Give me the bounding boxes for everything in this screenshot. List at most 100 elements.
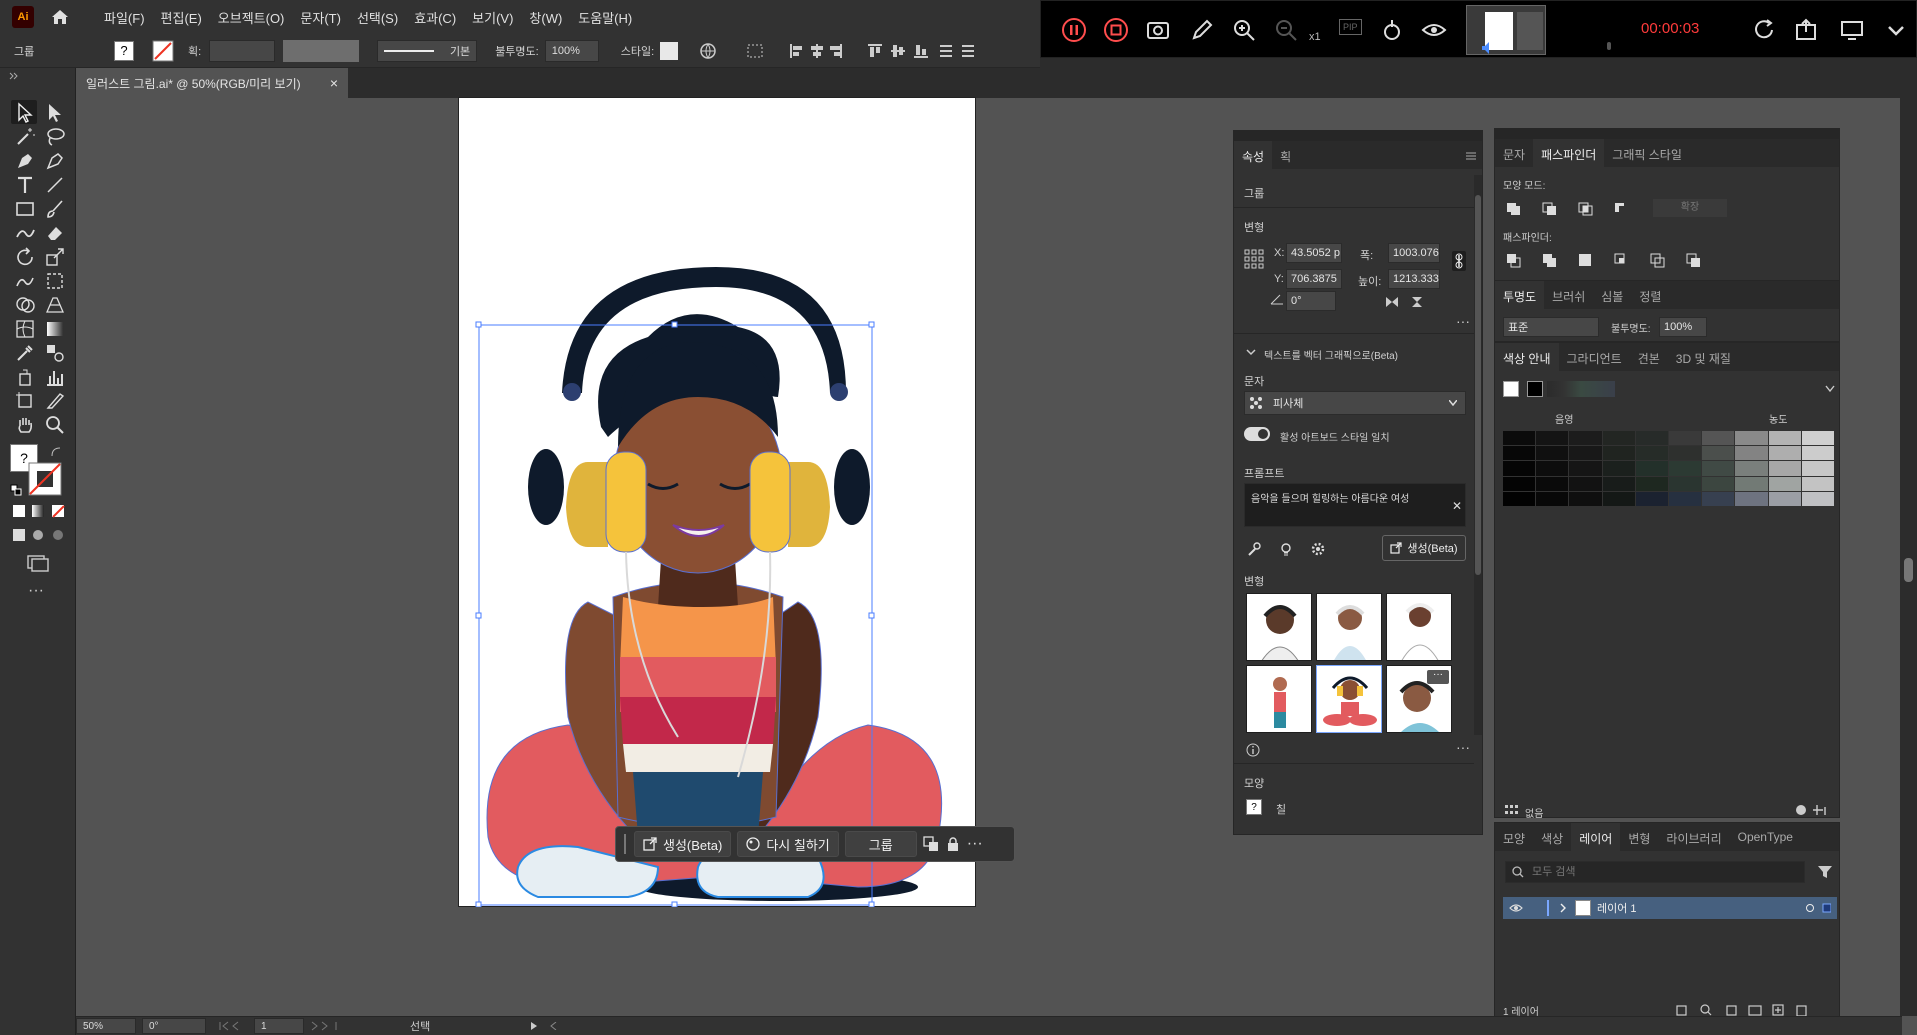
eyedropper-tool-icon[interactable] [14,342,36,364]
rectangle-tool-icon[interactable] [14,198,36,220]
tab-character[interactable]: 문자 [1495,139,1533,167]
illustration-canvas[interactable] [458,97,976,907]
width-input[interactable]: 1003.0768 [1388,243,1440,263]
sample-style-icon[interactable] [1246,541,1262,557]
warp-tool-icon[interactable] [14,270,36,292]
selection-tool-icon[interactable] [14,102,36,124]
more-tools-icon[interactable]: ··· [28,582,44,600]
scroll-left-icon[interactable] [550,1022,558,1030]
color-cell[interactable] [1669,446,1702,461]
color-cell[interactable] [1536,446,1569,461]
camera-icon[interactable] [1145,17,1171,43]
color-cell[interactable] [1702,431,1735,446]
globe-icon[interactable] [700,42,716,59]
tab-swatches[interactable]: 견본 [1630,343,1668,371]
recolor-button[interactable]: 다시 칠하기 [737,831,839,857]
variation-thumbnail-1[interactable] [1246,593,1312,661]
hand-tool-icon[interactable] [14,414,36,436]
color-cell[interactable] [1602,461,1635,476]
color-cell[interactable] [1735,446,1768,461]
curvature-tool-icon[interactable] [44,150,66,172]
variation-thumbnail-6[interactable]: ··· [1386,665,1452,733]
color-cell[interactable] [1735,491,1768,506]
menu-help[interactable]: 도움말(H) [570,8,640,27]
type-tool-icon[interactable] [14,174,36,196]
menu-effect[interactable]: 효과(C) [406,8,464,27]
variation-thumbnail-3[interactable] [1386,593,1452,661]
close-tab-button[interactable]: × [330,75,338,91]
color-cell[interactable] [1569,446,1602,461]
color-cell[interactable] [1602,491,1635,506]
color-cell[interactable] [1536,461,1569,476]
mesh-tool-icon[interactable] [14,318,36,340]
color-cell[interactable] [1669,431,1702,446]
color-mode-icons[interactable] [12,504,66,518]
color-cell[interactable] [1503,446,1536,461]
color-cell[interactable] [1503,461,1536,476]
tab-pathfinder[interactable]: 패스파인더 [1533,139,1605,167]
pause-icon[interactable] [1061,17,1087,43]
pen-tool-icon[interactable] [14,150,36,172]
artboard-tool-icon[interactable] [14,390,36,412]
layers-search-input[interactable] [1532,866,1772,878]
recording-preview-thumbnail[interactable] [1466,5,1546,55]
color-cell[interactable] [1635,491,1668,506]
rotate-tool-icon[interactable] [14,246,36,268]
expand-layer-icon[interactable] [1559,903,1567,913]
line-tool-icon[interactable] [44,174,66,196]
tab-layers[interactable]: 레이어 [1571,823,1621,851]
expand-button[interactable]: 확장 [1653,199,1727,217]
settings-gear-icon[interactable] [1310,541,1326,557]
color-cell[interactable] [1602,431,1635,446]
color-cell[interactable] [1635,461,1668,476]
variation-thumbnail-2[interactable] [1316,593,1382,661]
shape-builder-tool-icon[interactable] [14,294,36,316]
layer-row[interactable]: 레이어 1 [1503,897,1837,919]
style-swatch[interactable] [660,41,679,60]
opacity-field[interactable]: 100% [544,39,599,62]
clear-prompt-icon[interactable]: ✕ [1452,499,1462,513]
color-cell[interactable] [1536,431,1569,446]
screen-icon[interactable] [1839,17,1865,43]
menu-edit[interactable]: 편집(E) [153,8,210,27]
color-cell[interactable] [1503,491,1536,506]
document-tab[interactable]: 일러스트 그림.ai* @ 50%(RGB/미리 보기) × [76,68,348,98]
more-variations-icon[interactable]: ··· [1456,739,1470,755]
variation-thumbnail-4[interactable] [1246,665,1312,733]
collapse-icon[interactable] [1883,17,1909,43]
color-variation-grid[interactable] [1503,431,1835,507]
stop-icon[interactable] [1103,17,1129,43]
eraser-tool-icon[interactable] [44,222,66,244]
artboard-nav-next-icon[interactable] [310,1021,340,1031]
color-cell[interactable] [1768,431,1801,446]
zoom-in-icon[interactable] [1231,17,1257,43]
artboard-number[interactable]: 1 [254,1018,304,1034]
color-cell[interactable] [1602,476,1635,491]
angle-input[interactable]: 0° [1286,291,1336,311]
pencil-icon[interactable] [1189,17,1215,43]
color-cell[interactable] [1503,476,1536,491]
tab-3d-materials[interactable]: 3D 및 재질 [1668,343,1739,371]
tab-align[interactable]: 정렬 [1631,281,1669,309]
type-dropdown[interactable]: 피사체 [1244,391,1466,415]
slice-tool-icon[interactable] [44,390,66,412]
pathfinder-icons[interactable] [1505,251,1705,269]
prompt-textarea[interactable]: 음악을 들으며 힐링하는 아름다운 여성 [1244,483,1466,527]
tab-properties[interactable]: 속성 [1234,141,1273,169]
stroke-swatch[interactable] [152,40,174,62]
variable-width-field[interactable] [283,39,360,62]
color-cell[interactable] [1801,491,1834,506]
style-match-toggle[interactable] [1244,427,1270,441]
transparency-opacity-input[interactable]: 100% [1659,317,1707,337]
drag-handle-icon[interactable] [622,834,628,854]
perspective-grid-tool-icon[interactable] [44,294,66,316]
more-transform-icon[interactable]: ··· [1456,313,1470,329]
color-cell[interactable] [1702,491,1735,506]
color-cell[interactable] [1536,491,1569,506]
height-input[interactable]: 1213.3339 [1388,269,1440,289]
color-cell[interactable] [1735,461,1768,476]
canvas-vertical-scrollbar[interactable] [1900,98,1917,1016]
color-cell[interactable] [1768,476,1801,491]
zoom-tool-icon[interactable] [44,414,66,436]
variation-thumbnail-5[interactable] [1316,665,1382,733]
